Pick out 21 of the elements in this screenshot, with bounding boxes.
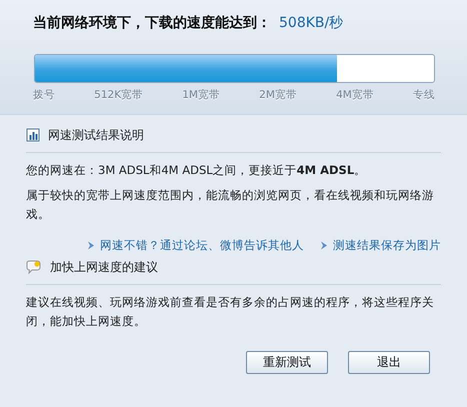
meter-tick-label: 4M宽带 (336, 88, 374, 102)
arrow-icon (320, 241, 328, 250)
speed-value: 508KB/秒 (279, 14, 344, 32)
section-heading: 加快上网速度的建议 (50, 258, 158, 276)
share-link[interactable]: 网速不错？通过论坛、微博告诉其他人 (100, 238, 304, 253)
retest-button[interactable]: 重新测试 (246, 351, 328, 374)
advice-text: 建议在线视频、玩网络游戏前查看是否有多余的占网速的程序，将这些程序关闭，能加快上网速度。 (26, 294, 435, 330)
meter-tick-label: 2M宽带 (259, 88, 297, 102)
result-text: 您的网速在：3M ADSL和4M ADSL之间，更接近于4M ADSL。 (26, 162, 368, 179)
bar-chart-icon (26, 128, 40, 142)
share-link[interactable]: 测速结果保存为图片 (333, 238, 441, 253)
meter-tick-label: 512K宽带 (94, 88, 144, 102)
section-heading: 网速测试结果说明 (48, 126, 144, 144)
exit-button[interactable]: 退出 (348, 351, 430, 374)
arrow-icon (87, 241, 95, 250)
speed-heading: 当前网络环境下，下载的速度能达到： (33, 14, 271, 32)
meter-tick-label: 拨号 (33, 88, 55, 102)
result-text: 属于较快的宽带上网速度范围内，能流畅的浏览网页，看在线视频和玩网络游戏。 (26, 187, 435, 223)
speech-bubble-icon (26, 260, 42, 274)
meter-tick-label: 1M宽带 (182, 88, 220, 102)
meter-tick-label: 专线 (412, 88, 435, 102)
